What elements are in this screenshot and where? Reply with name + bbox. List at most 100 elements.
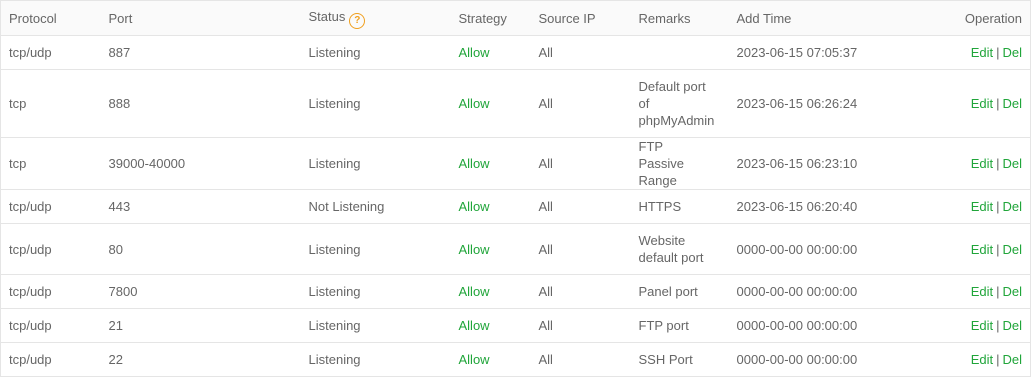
delete-link[interactable]: Del: [1002, 284, 1022, 299]
edit-link[interactable]: Edit: [971, 284, 993, 299]
add-time-cell: 2023-06-15 06:20:40: [728, 189, 909, 224]
add-time-cell: 0000-00-00 00:00:00: [728, 342, 909, 377]
edit-link[interactable]: Edit: [971, 199, 993, 214]
status-cell: Listening: [300, 274, 451, 309]
port-cell: 443: [100, 189, 301, 224]
strategy-cell: Allow: [450, 189, 531, 224]
table-row: tcp 888 Listening Allow All Default port of p…: [0, 69, 1031, 138]
add-time-cell: 2023-06-15 06:23:10: [728, 137, 909, 190]
delete-link[interactable]: Del: [1002, 242, 1022, 257]
source-ip-cell: All: [530, 189, 631, 224]
status-cell: Listening: [300, 223, 451, 275]
source-ip-cell: All: [530, 342, 631, 377]
table-row: tcp/udp 80 Listening Allow All Website defaul…: [0, 223, 1031, 275]
add-time-cell: 2023-06-15 07:05:37: [728, 35, 909, 70]
table-header-row: Protocol Port Status? Strategy Source IP…: [0, 0, 1031, 36]
strategy-cell: Allow: [450, 137, 531, 190]
port-cell: 80: [100, 223, 301, 275]
port-cell: 21: [100, 308, 301, 343]
remarks-text: FTP Passive Range: [638, 139, 685, 188]
status-cell: Not Listening: [300, 189, 451, 224]
header-operation: Operation: [908, 0, 1031, 36]
status-cell: Listening: [300, 342, 451, 377]
add-time-cell: 0000-00-00 00:00:00: [728, 223, 909, 275]
status-cell: Listening: [300, 69, 451, 138]
operation-cell: Edit | Del: [908, 308, 1031, 343]
add-time-cell: 0000-00-00 00:00:00: [728, 308, 909, 343]
remarks-cell: Website default port: [630, 223, 729, 275]
port-cell: 22: [100, 342, 301, 377]
remarks-cell: FTP port: [630, 308, 729, 343]
edit-link[interactable]: Edit: [971, 96, 993, 111]
remarks-cell: HTTPS: [630, 189, 729, 224]
source-ip-cell: All: [530, 223, 631, 275]
table-row: tcp/udp 22 Listening Allow All SSH Port 0000-0…: [0, 342, 1031, 377]
header-protocol: Protocol: [0, 0, 101, 36]
header-status-label: Status: [308, 8, 346, 24]
delete-link[interactable]: Del: [1002, 45, 1022, 60]
port-cell: 887: [100, 35, 301, 70]
header-status: Status?: [300, 0, 451, 36]
header-remarks: Remarks: [630, 0, 729, 36]
edit-link[interactable]: Edit: [971, 45, 993, 60]
edit-link[interactable]: Edit: [971, 242, 993, 257]
operation-cell: Edit | Del: [908, 342, 1031, 377]
port-cell: 39000-40000: [100, 137, 301, 190]
table-row: tcp/udp 443 Not Listening Allow All HTTPS 2023…: [0, 189, 1031, 224]
delete-link[interactable]: Del: [1002, 318, 1022, 333]
port-cell: 7800: [100, 274, 301, 309]
status-cell: Listening: [300, 137, 451, 190]
delete-link[interactable]: Del: [1002, 156, 1022, 171]
remarks-cell: Default port of phpMyAdmin: [630, 69, 729, 138]
operation-cell: Edit | Del: [908, 274, 1031, 309]
table-row: tcp/udp 887 Listening Allow All 2023-06-15 07…: [0, 35, 1031, 70]
remarks-cell: [630, 35, 729, 70]
delete-link[interactable]: Del: [1002, 352, 1022, 367]
source-ip-cell: All: [530, 69, 631, 138]
protocol-cell: tcp: [0, 137, 101, 190]
strategy-cell: Allow: [450, 223, 531, 275]
operation-cell: Edit | Del: [908, 35, 1031, 70]
delete-link[interactable]: Del: [1002, 96, 1022, 111]
table-row: tcp/udp 21 Listening Allow All FTP port 0000-0…: [0, 308, 1031, 343]
operation-cell: Edit | Del: [908, 69, 1031, 138]
delete-link[interactable]: Del: [1002, 199, 1022, 214]
strategy-cell: Allow: [450, 274, 531, 309]
remarks-cell: SSH Port: [630, 342, 729, 377]
protocol-cell: tcp/udp: [0, 223, 101, 275]
operation-cell: Edit | Del: [908, 223, 1031, 275]
strategy-cell: Allow: [450, 342, 531, 377]
remarks-cell: FTP Passive Range: [630, 137, 729, 190]
source-ip-cell: All: [530, 274, 631, 309]
protocol-cell: tcp: [0, 69, 101, 138]
strategy-cell: Allow: [450, 69, 531, 138]
protocol-cell: tcp/udp: [0, 274, 101, 309]
source-ip-cell: All: [530, 308, 631, 343]
operation-cell: Edit | Del: [908, 189, 1031, 224]
operation-cell: Edit | Del: [908, 137, 1031, 190]
remarks-text: Default port of phpMyAdmin: [638, 79, 715, 128]
strategy-cell: Allow: [450, 308, 531, 343]
firewall-rules-table: Protocol Port Status? Strategy Source IP…: [0, 0, 1031, 377]
protocol-cell: tcp/udp: [0, 342, 101, 377]
add-time-cell: 0000-00-00 00:00:00: [728, 274, 909, 309]
protocol-cell: tcp/udp: [0, 308, 101, 343]
header-strategy: Strategy: [450, 0, 531, 36]
header-source-ip: Source IP: [530, 0, 631, 36]
edit-link[interactable]: Edit: [971, 318, 993, 333]
table-row: tcp 39000-40000 Listening Allow All FTP Passi…: [0, 137, 1031, 190]
remarks-text: Website default port: [638, 233, 704, 265]
status-cell: Listening: [300, 308, 451, 343]
protocol-cell: tcp/udp: [0, 35, 101, 70]
remarks-cell: Panel port: [630, 274, 729, 309]
strategy-cell: Allow: [450, 35, 531, 70]
header-port: Port: [100, 0, 301, 36]
edit-link[interactable]: Edit: [971, 156, 993, 171]
edit-link[interactable]: Edit: [971, 352, 993, 367]
status-cell: Listening: [300, 35, 451, 70]
add-time-cell: 2023-06-15 06:26:24: [728, 69, 909, 138]
help-icon[interactable]: ?: [349, 12, 366, 29]
source-ip-cell: All: [530, 137, 631, 190]
table-row: tcp/udp 7800 Listening Allow All Panel port 00…: [0, 274, 1031, 309]
protocol-cell: tcp/udp: [0, 189, 101, 224]
